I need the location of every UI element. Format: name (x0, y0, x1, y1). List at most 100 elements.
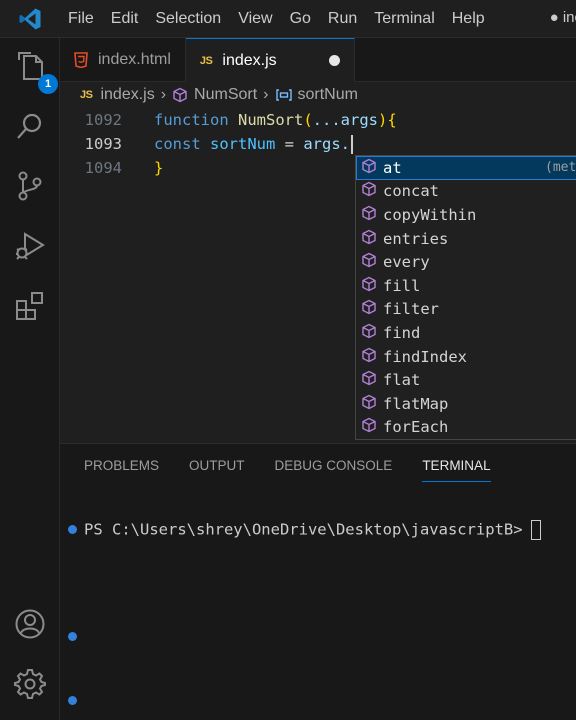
explorer-badge: 1 (38, 74, 58, 94)
terminal-status-dot-icon (68, 696, 77, 705)
suggest-item-label: findIndex (383, 347, 467, 366)
tab-index-js[interactable]: JS index.js (185, 38, 355, 82)
code-text: const sortNum = args. (154, 134, 354, 154)
method-cube-icon (361, 394, 377, 414)
method-cube-icon (361, 252, 377, 272)
line-number: 1093 (84, 135, 122, 153)
breadcrumb-function[interactable]: NumSort (194, 86, 257, 104)
method-cube-icon (361, 158, 377, 178)
menu-bar: File Edit Selection View Go Run Terminal… (60, 10, 494, 28)
tab-output[interactable]: OUTPUT (189, 458, 245, 482)
menu-go[interactable]: Go (282, 10, 320, 28)
method-cube-icon (361, 181, 377, 201)
suggest-item-label: forEach (383, 418, 449, 437)
menu-run[interactable]: Run (320, 10, 366, 28)
suggest-item-label: entries (383, 229, 449, 248)
suggest-item[interactable]: find (356, 321, 576, 345)
suggest-item-label: filter (383, 300, 439, 319)
tab-label: index.js (222, 51, 277, 69)
text-cursor (351, 134, 354, 154)
unsaved-dot-icon[interactable] (328, 55, 340, 66)
source-control-button[interactable] (10, 166, 50, 206)
suggest-item[interactable]: forEach (356, 416, 576, 439)
method-cube-icon (361, 205, 377, 225)
method-cube-icon (361, 347, 377, 367)
menu-edit[interactable]: Edit (103, 10, 148, 28)
menu-help[interactable]: Help (444, 10, 494, 28)
line-number: 1092 (84, 111, 122, 129)
method-cube-icon (361, 417, 377, 437)
code-line-current: 1093 const sortNum = args. (60, 132, 576, 156)
suggest-item[interactable]: flat (356, 368, 576, 392)
chevron-right-icon: › (160, 86, 167, 103)
breadcrumb-symbol[interactable]: sortNum (298, 86, 358, 104)
suggest-item-label: concat (383, 182, 439, 201)
suggest-item[interactable]: filter (356, 298, 576, 322)
suggest-item-detail: (metho (545, 160, 576, 176)
search-icon (17, 113, 42, 139)
settings-button[interactable] (10, 664, 50, 704)
suggest-item-label: every (383, 253, 430, 272)
js-icon: JS (80, 89, 93, 101)
chevron-right-icon: › (263, 86, 269, 103)
code-text: function NumSort(...args){ (154, 111, 397, 129)
suggest-item-label: find (383, 323, 421, 342)
menu-view[interactable]: View (230, 10, 281, 28)
terminal-prompt: PS C:\Users\shrey\OneDrive\Desktop\javas… (84, 520, 523, 539)
js-icon: JS (199, 54, 213, 67)
breadcrumb-file[interactable]: index.js (100, 86, 154, 104)
tab-terminal[interactable]: TERMINAL (422, 458, 491, 482)
method-cube-icon (361, 370, 377, 390)
method-cube-icon (361, 299, 377, 319)
explorer-button[interactable]: 1 (10, 46, 58, 94)
terminal-prompt-line[interactable]: PS C:\Users\shrey\OneDrive\Desktop\javas… (84, 520, 541, 540)
suggest-item[interactable]: fill (356, 274, 576, 298)
bottom-panel: PROBLEMS OUTPUT DEBUG CONSOLE TERMINAL P… (60, 443, 576, 720)
run-debug-icon (16, 232, 45, 260)
extensions-icon (16, 292, 43, 320)
suggest-item[interactable]: flatMap (356, 392, 576, 416)
suggest-item[interactable]: every (356, 250, 576, 274)
menu-terminal[interactable]: Terminal (366, 10, 443, 28)
suggest-item[interactable]: findIndex (356, 345, 576, 369)
tab-problems[interactable]: PROBLEMS (84, 458, 159, 482)
autocomplete-suggest-widget[interactable]: at (metho concat copyWithin entries every fill… (355, 155, 576, 440)
terminal-cursor (530, 520, 541, 540)
vscode-logo-icon (0, 0, 60, 38)
window-title: ● inc (549, 9, 576, 26)
suggest-item[interactable]: entries (356, 227, 576, 251)
account-icon (15, 609, 45, 639)
code-line: 1092 function NumSort(...args){ (60, 108, 576, 132)
menu-selection[interactable]: Selection (147, 10, 230, 28)
tab-label: index.html (98, 51, 171, 68)
html5-icon (74, 52, 88, 68)
extensions-button[interactable] (10, 286, 50, 326)
method-cube-icon (361, 229, 377, 249)
tab-debug-console[interactable]: DEBUG CONSOLE (275, 458, 393, 482)
method-cube-icon (361, 276, 377, 296)
panel-tabs: PROBLEMS OUTPUT DEBUG CONSOLE TERMINAL (84, 458, 521, 482)
suggest-item-label: copyWithin (383, 205, 477, 224)
search-button[interactable] (10, 106, 50, 146)
line-number: 1094 (84, 159, 122, 177)
suggest-item[interactable]: at (metho (356, 156, 576, 180)
breadcrumb: JS index.js › NumSort › sortNum (60, 82, 576, 108)
suggest-item-label: at (383, 158, 402, 177)
method-cube-icon (361, 323, 377, 343)
suggest-item-label: fill (383, 276, 421, 295)
activity-bar: 1 (0, 38, 60, 720)
title-bar: File Edit Selection View Go Run Terminal… (0, 0, 576, 38)
terminal-status-dot-icon (68, 632, 77, 641)
suggest-item[interactable]: concat (356, 180, 576, 204)
menu-file[interactable]: File (60, 10, 103, 28)
suggest-item[interactable]: copyWithin (356, 203, 576, 227)
tab-index-html[interactable]: index.html (60, 38, 186, 82)
source-control-icon (18, 171, 42, 201)
variable-icon (275, 89, 292, 101)
gear-icon (14, 669, 46, 699)
terminal-status-dot-icon (68, 525, 77, 534)
accounts-button[interactable] (10, 604, 50, 644)
run-debug-button[interactable] (10, 226, 50, 266)
suggest-item-label: flat (383, 371, 421, 390)
method-cube-icon (173, 87, 187, 103)
